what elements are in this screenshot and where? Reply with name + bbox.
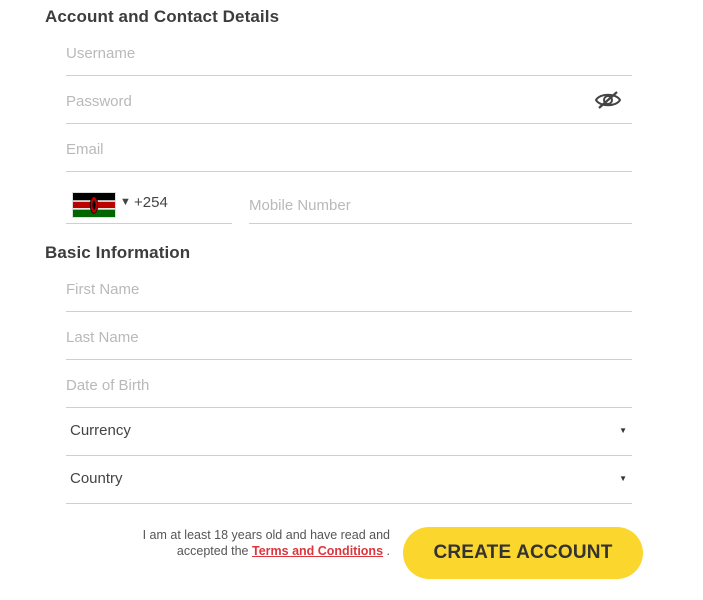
caret-down-icon[interactable]: ▼ xyxy=(120,196,131,208)
dropdown-arrow-icon: ▼ xyxy=(619,426,627,435)
kenya-flag-icon xyxy=(72,192,116,218)
account-section-title: Account and Contact Details xyxy=(45,7,280,26)
country-label: Country xyxy=(70,470,123,487)
eye-slash-icon[interactable] xyxy=(594,90,622,110)
country-select[interactable]: Country ▼ xyxy=(66,456,632,504)
create-account-button[interactable]: CREATE ACCOUNT xyxy=(403,527,643,579)
consent-suffix: . xyxy=(386,544,390,558)
date-of-birth-input[interactable] xyxy=(66,360,632,407)
currency-label: Currency xyxy=(70,422,131,439)
date-of-birth-field[interactable] xyxy=(66,360,632,408)
mobile-number-field[interactable] xyxy=(249,185,632,224)
mobile-number-input[interactable] xyxy=(249,185,632,223)
username-input[interactable] xyxy=(66,28,632,75)
currency-select[interactable]: Currency ▼ xyxy=(66,408,632,456)
email-input[interactable] xyxy=(66,124,632,171)
first-name-input[interactable] xyxy=(66,264,632,311)
username-field[interactable] xyxy=(66,28,632,76)
country-code-selector[interactable]: ▼ +254 xyxy=(66,185,232,224)
dropdown-arrow-icon: ▼ xyxy=(619,474,627,483)
basic-info-section-title: Basic Information xyxy=(45,243,191,262)
last-name-field[interactable] xyxy=(66,312,632,360)
dial-code: +254 xyxy=(134,194,168,211)
last-name-input[interactable] xyxy=(66,312,632,359)
terms-and-conditions-link[interactable]: Terms and Conditions xyxy=(252,544,383,558)
first-name-field[interactable] xyxy=(66,264,632,312)
email-field[interactable] xyxy=(66,124,632,172)
age-consent-text: I am at least 18 years old and have read… xyxy=(96,527,390,559)
password-input[interactable] xyxy=(66,76,632,123)
password-field[interactable] xyxy=(66,76,632,124)
